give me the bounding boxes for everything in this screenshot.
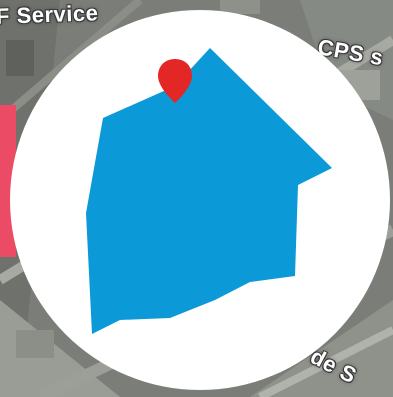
- map-pin-icon[interactable]: [156, 57, 194, 105]
- map-view[interactable]: F Service CPS s de S: [0, 0, 393, 397]
- area-overlay: [10, 10, 390, 390]
